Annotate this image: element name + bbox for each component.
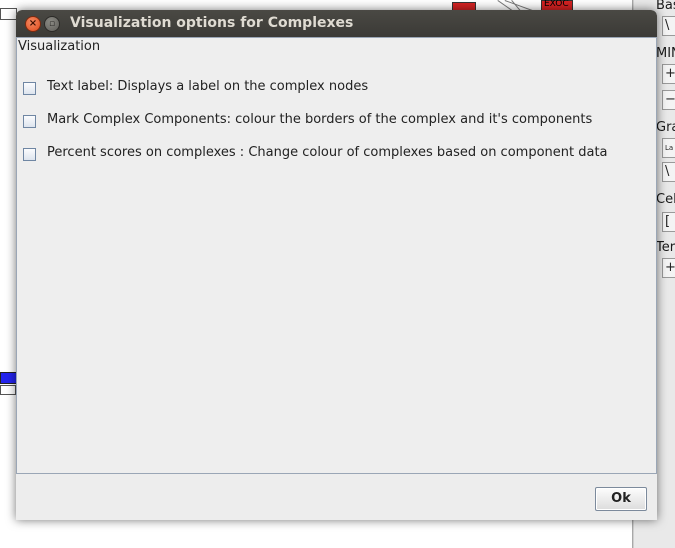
network-node (0, 8, 17, 20)
text-label-checkbox[interactable] (23, 82, 36, 95)
option-label[interactable]: Mark Complex Components: colour the bord… (47, 112, 592, 127)
side-panel-label: Gra (656, 120, 675, 135)
mark-complex-components-checkbox[interactable] (23, 115, 36, 128)
side-panel-label: Ter (656, 240, 675, 255)
close-icon[interactable]: × (25, 16, 41, 32)
visualization-options-panel: Visualization Text label: Displays a lab… (16, 37, 657, 474)
side-panel-label: MIN (656, 46, 675, 61)
option-mark-complex-components[interactable]: Mark Complex Components: colour the bord… (23, 112, 653, 131)
side-panel-plus-button[interactable]: + (662, 64, 675, 84)
side-panel-control[interactable]: \ (662, 16, 675, 36)
side-panel-control[interactable]: La (662, 138, 675, 158)
option-text-label[interactable]: Text label: Displays a label on the comp… (23, 79, 653, 98)
dialog-titlebar[interactable]: × ▫ Visualization options for Complexes (16, 10, 657, 37)
dialog-footer: Ok (16, 474, 657, 520)
visualization-options-dialog: × ▫ Visualization options for Complexes … (16, 10, 657, 520)
minimize-icon[interactable]: ▫ (44, 16, 60, 32)
side-panel-control[interactable]: \ (662, 162, 675, 182)
side-panel-label: Cel (656, 192, 675, 207)
dialog-title: Visualization options for Complexes (70, 15, 354, 31)
side-panel-control[interactable]: + (662, 258, 675, 278)
network-node (0, 385, 16, 395)
option-percent-scores[interactable]: Percent scores on complexes : Change col… (23, 145, 653, 164)
ok-button[interactable]: Ok (595, 487, 647, 511)
option-label[interactable]: Text label: Displays a label on the comp… (47, 79, 368, 94)
side-panel-label: Bas (656, 0, 675, 13)
percent-scores-checkbox[interactable] (23, 148, 36, 161)
section-title: Visualization (18, 39, 101, 54)
network-node-label: EXOC (544, 0, 569, 9)
side-panel-control[interactable]: [ (662, 212, 675, 232)
option-label[interactable]: Percent scores on complexes : Change col… (47, 145, 608, 160)
side-panel-minus-button[interactable]: − (662, 90, 675, 110)
